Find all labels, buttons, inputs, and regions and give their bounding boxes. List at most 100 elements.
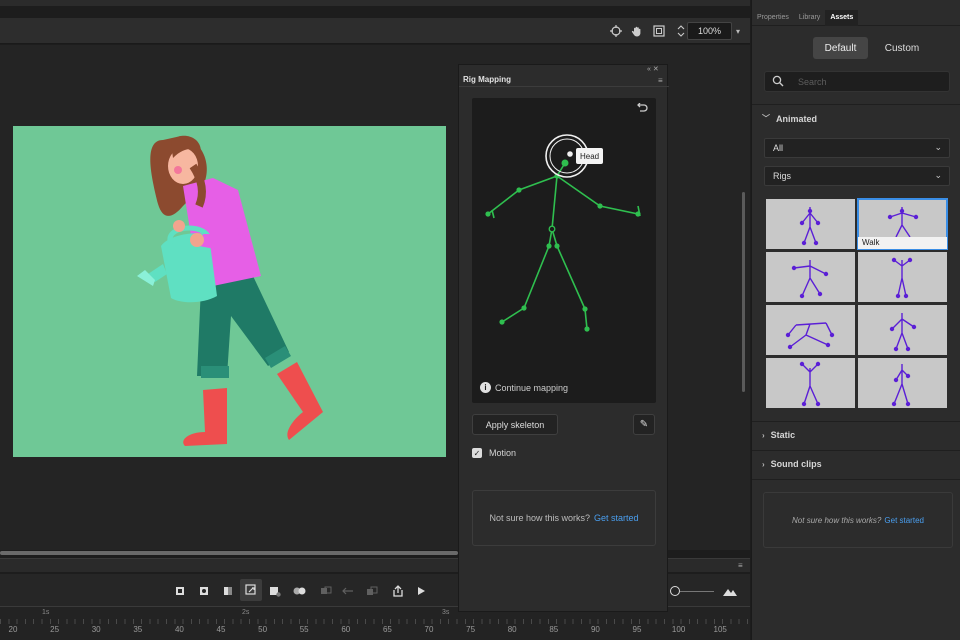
frame-number: 30 (91, 625, 101, 634)
step-forward-icon[interactable] (364, 583, 380, 599)
section-static[interactable]: › Static (762, 430, 795, 440)
second-marker: 1s (42, 609, 50, 616)
category-filter-value: Rigs (773, 171, 792, 181)
section-sound-clips[interactable]: › Sound clips (762, 459, 822, 469)
rig-thumbnail[interactable] (766, 252, 855, 302)
stage-canvas[interactable] (13, 126, 446, 457)
motion-checkbox-row[interactable]: ✓ Motion (472, 448, 516, 458)
rig-thumbnail[interactable] (766, 305, 855, 355)
section-static-label: Static (770, 430, 796, 440)
chevron-right-icon: › (762, 430, 765, 440)
export-icon[interactable] (390, 583, 406, 599)
frame-number: 50 (258, 625, 268, 634)
play-icon[interactable] (413, 583, 429, 599)
rig-get-started-link[interactable]: Get started (594, 513, 639, 523)
search-box[interactable] (764, 71, 950, 92)
second-marker: 2s (242, 609, 250, 616)
frame-number: 75 (466, 625, 476, 634)
tab-properties[interactable]: Properties (752, 10, 794, 26)
frame-number: 45 (216, 625, 226, 634)
rig-help-text: Not sure how this works? (489, 513, 590, 523)
apply-skeleton-button[interactable]: Apply skeleton (472, 414, 558, 435)
frame-number: 25 (50, 625, 60, 634)
frame-number: 85 (549, 625, 559, 634)
stage-vertical-scrollbar[interactable] (742, 192, 745, 392)
assets-panel: Properties Library Assets Default Custom… (751, 0, 960, 640)
character-illustration[interactable] (13, 126, 446, 457)
camera-icon[interactable] (267, 583, 283, 599)
continue-mapping-text: Continue mapping (495, 382, 569, 393)
rig-panel-title: Rig Mapping (463, 75, 511, 84)
collapse-close-icon[interactable]: « ✕ (647, 65, 659, 73)
target-icon[interactable] (608, 23, 624, 39)
insert-keyframe-icon[interactable] (172, 583, 188, 599)
assets-get-started-link[interactable]: Get started (884, 516, 924, 525)
assets-help-box: Not sure how this works? Get started (763, 492, 953, 548)
onion-skin-icon[interactable] (196, 583, 212, 599)
chevron-down-icon: ⌄ (934, 170, 942, 180)
frame-number: 35 (133, 625, 143, 634)
rig-thumbnail[interactable] (766, 358, 855, 408)
panel-menu-icon[interactable]: ≡ (658, 76, 663, 85)
tab-assets[interactable]: Assets (825, 10, 859, 26)
rig-thumbnail[interactable] (858, 358, 947, 408)
skeleton-figure[interactable] (472, 98, 656, 403)
tab-library[interactable]: Library (794, 10, 825, 26)
frame-number: 95 (632, 625, 642, 634)
panel-tabs: Properties Library Assets (752, 10, 960, 26)
stage-horizontal-scrollbar[interactable] (0, 551, 458, 555)
divider (752, 479, 960, 480)
top-strip (0, 0, 750, 6)
zoom-field[interactable]: 100% (687, 22, 732, 40)
rig-panel-header: Rig Mapping « ✕ ≡ (459, 66, 669, 87)
frame-number: 55 (299, 625, 309, 634)
frame-number: 40 (174, 625, 184, 634)
category-filter-dropdown[interactable]: Rigs ⌄ (764, 166, 950, 186)
chevron-down-icon: ⌄ (934, 142, 942, 152)
assets-help-text: Not sure how this works? (792, 515, 882, 525)
divider (752, 450, 960, 451)
mountain-icon[interactable] (722, 583, 738, 599)
info-icon: i (480, 382, 491, 393)
skeleton-canvas[interactable]: Head i Continue mapping (472, 98, 656, 403)
rig-mapping-icon[interactable] (240, 579, 262, 601)
chevron-right-icon: › (762, 459, 765, 469)
search-input[interactable] (798, 72, 946, 91)
loop-icon[interactable] (318, 583, 334, 599)
tween-icon[interactable] (292, 583, 308, 599)
default-segment-button[interactable]: Default (813, 37, 868, 59)
timeline-menu-icon[interactable]: ≡ (738, 561, 743, 570)
divider (752, 421, 960, 422)
motion-checkbox[interactable]: ✓ (472, 448, 482, 458)
head-tooltip: Head (576, 148, 604, 164)
frame-number: 70 (424, 625, 434, 634)
rig-thumbnail[interactable] (858, 252, 947, 302)
divider (752, 104, 960, 105)
frame-icon[interactable] (651, 23, 667, 39)
edit-pencil-icon[interactable]: ✎ (633, 414, 655, 435)
section-animated-label: Animated (776, 113, 818, 124)
step-back-icon[interactable] (340, 583, 356, 599)
type-filter-value: All (773, 143, 784, 153)
zoom-slider-handle[interactable] (670, 586, 680, 596)
frame-number: 100 (671, 625, 686, 634)
rig-thumbnail-walk[interactable]: Walk (857, 198, 948, 250)
frame-number: 80 (507, 625, 517, 634)
custom-segment-button[interactable]: Custom (876, 37, 928, 59)
frame-number: 105 (713, 625, 727, 634)
frame-number: 60 (341, 625, 351, 634)
chevron-down-icon[interactable]: ▾ (733, 23, 743, 39)
section-animated[interactable]: ﹀ Animated (762, 113, 817, 124)
rig-thumbnail[interactable] (858, 305, 947, 355)
search-icon (772, 75, 784, 87)
frame-number: 20 (8, 625, 18, 634)
zoom-slider-track[interactable] (680, 591, 714, 592)
edit-multiple-frames-icon[interactable] (220, 583, 236, 599)
chevron-down-icon: ﹀ (762, 114, 770, 123)
hand-icon[interactable] (629, 23, 645, 39)
type-filter-dropdown[interactable]: All ⌄ (764, 138, 950, 158)
stage-toolbar: 100% ▾ (0, 18, 750, 44)
rig-thumbnail-grid: Walk (766, 198, 948, 409)
rig-thumbnail[interactable] (766, 199, 855, 249)
ruler-ticks (0, 619, 750, 624)
